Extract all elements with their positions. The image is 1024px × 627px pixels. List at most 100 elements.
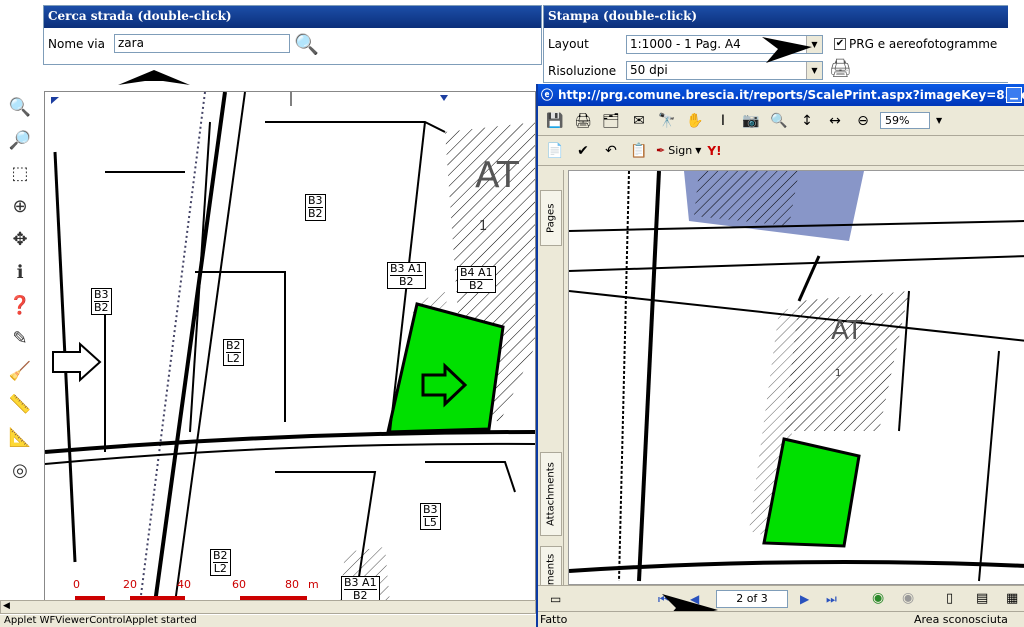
map-label: B3 B2: [91, 288, 112, 315]
single-page-icon[interactable]: ▯: [946, 591, 953, 606]
map-zone-label: AT: [475, 155, 520, 196]
spellcheck-icon[interactable]: ✔: [572, 140, 594, 162]
street-name-label: Nome via: [48, 37, 105, 51]
page-navigation-bar: ▭ ⏮ ◀ 2 of 3 ▶ ⏭ ◉ ◉ ▯ ▤ ▦: [538, 585, 1024, 613]
document-zone-label: AT: [831, 316, 863, 346]
zoom-icon[interactable]: 🔍: [768, 110, 790, 132]
status-left-text: Fatto: [540, 613, 568, 626]
reader-title-bar[interactable]: ⓔ http://prg.comune.brescia.it/reports/S…: [538, 84, 1024, 106]
email-icon[interactable]: ✉: [628, 110, 650, 132]
zoom-out-icon[interactable]: ⊖: [852, 110, 874, 132]
bottom-status-bar: Applet WFViewerControlApplet started: [0, 615, 536, 627]
yahoo-icon[interactable]: Y!: [707, 144, 721, 158]
reader-title: http://prg.comune.brescia.it/reports/Sca…: [558, 88, 1024, 102]
print-panel-title: Stampa (double-click): [544, 6, 1008, 28]
zoom-in-icon[interactable]: 🔍: [4, 92, 36, 122]
back-icon[interactable]: ◉: [872, 590, 884, 606]
side-tabs: Pages Attachments Comments: [538, 170, 564, 616]
map-toolbar: 🔍 🔎 ⬚ ⊕ ✥ ℹ ❓ ✎ 🧹 📏 📐 ◎: [4, 92, 38, 488]
scale-tick: 80: [285, 578, 299, 591]
continuous-icon[interactable]: ▤: [976, 591, 988, 606]
save-icon[interactable]: 💾: [544, 110, 566, 132]
search-panel: Cerca strada (double-click) Nome via zar…: [43, 5, 542, 65]
chevron-down-icon: ▼: [695, 146, 702, 155]
tab-pages[interactable]: Pages: [540, 190, 562, 246]
next-page-icon[interactable]: ▶: [800, 592, 809, 606]
resolution-select-value: 50 dpi: [630, 63, 668, 77]
applet-status-text: Applet WFViewerControlApplet started: [4, 615, 197, 626]
map-label: B4 A1 B2: [457, 266, 496, 293]
copy-icon[interactable]: 📋: [628, 140, 650, 162]
map-label: B3 A1 B2: [341, 576, 380, 601]
facing-icon[interactable]: ▦: [1006, 591, 1018, 606]
chevron-down-icon[interactable]: ▼: [936, 116, 942, 125]
resolution-label: Risoluzione: [548, 64, 617, 78]
scale-tick: 20: [123, 578, 137, 591]
prg-checkbox[interactable]: ✔: [834, 38, 846, 50]
browser-status-bar: Fatto Area sconosciuta: [538, 611, 1024, 627]
select-text-icon[interactable]: I: [712, 110, 734, 132]
map-zone-number: 1: [479, 219, 487, 234]
broom-icon[interactable]: 🧹: [4, 356, 36, 386]
zoom-full-icon[interactable]: ⊕: [4, 191, 36, 221]
measure-area-icon[interactable]: 📐: [4, 422, 36, 452]
scale-tick: 60: [232, 578, 246, 591]
document-zone-number: 1: [835, 368, 841, 379]
page-thumb-icon[interactable]: ▭: [550, 592, 561, 606]
reader-window: ⓔ http://prg.comune.brescia.it/reports/S…: [536, 84, 1024, 627]
pan-icon[interactable]: ✥: [4, 224, 36, 254]
map-label: B2 L2: [210, 549, 231, 576]
scale-tick: 0: [73, 578, 80, 591]
reader-toolbar-1: 💾 🖨 🗂 ✉ 🔭 ✋ I 📷 🔍 ↕ ↔ ⊖ 59% ▼: [538, 106, 1024, 136]
forward-icon[interactable]: ◉: [902, 590, 914, 606]
fit-width-icon[interactable]: ↔: [824, 110, 846, 132]
minimize-button[interactable]: ▁: [1006, 87, 1022, 103]
printer-icon[interactable]: 🖨: [829, 58, 852, 79]
document-view[interactable]: AT 1: [568, 170, 1024, 585]
map-label: B3 B2: [305, 194, 326, 221]
map-horizontal-scrollbar[interactable]: ◀: [0, 600, 536, 614]
search-panel-title: Cerca strada (double-click): [44, 6, 541, 28]
fit-height-icon[interactable]: ↕: [796, 110, 818, 132]
hand-tool-icon[interactable]: ✋: [684, 110, 706, 132]
ie-icon: ⓔ: [541, 88, 554, 102]
query-icon[interactable]: ❓: [4, 290, 36, 320]
map-label: B3 L5: [420, 503, 441, 530]
sign-button[interactable]: ✒ Sign ▼: [656, 144, 701, 157]
page-number-field[interactable]: 2 of 3: [716, 590, 788, 608]
organizer-icon[interactable]: 🗂: [600, 110, 622, 132]
find-icon[interactable]: 🔭: [656, 110, 678, 132]
target-icon[interactable]: ◎: [4, 455, 36, 485]
last-page-icon[interactable]: ⏭: [826, 592, 837, 607]
scale-tick: m: [308, 578, 319, 591]
scroll-left-icon[interactable]: ◀: [3, 601, 10, 611]
map-drawing: AT 1: [45, 92, 535, 601]
map-label: B3 A1 B2: [387, 262, 426, 289]
up-arrow-indicator: [118, 70, 190, 85]
undo-icon[interactable]: ↶: [600, 140, 622, 162]
prg-checkbox-label: PRG e aereofotogramme: [849, 37, 998, 51]
zoom-out-icon[interactable]: 🔎: [4, 125, 36, 155]
tab-attachments[interactable]: Attachments: [540, 452, 562, 536]
map-label: B2 L2: [223, 339, 244, 366]
street-name-input[interactable]: zara: [114, 34, 290, 53]
zoom-field[interactable]: 59%: [880, 112, 930, 129]
pointer-arrow: [762, 37, 812, 63]
status-right-text: Area sconosciuta: [914, 613, 1008, 626]
draw-icon[interactable]: ✎: [4, 323, 36, 353]
print-icon[interactable]: 🖨: [572, 110, 594, 132]
pen-icon: ✒: [656, 144, 666, 157]
create-icon[interactable]: 📄: [544, 140, 566, 162]
scale-tick: 40: [177, 578, 191, 591]
measure-icon[interactable]: 📏: [4, 389, 36, 419]
snapshot-icon[interactable]: 📷: [740, 110, 762, 132]
sign-label: Sign: [668, 144, 693, 157]
reader-toolbar-2: 📄 ✔ ↶ 📋 ✒ Sign ▼ Y!: [538, 136, 1024, 166]
search-icon[interactable]: 🔍: [294, 32, 319, 56]
layout-select-value: 1:1000 - 1 Pag. A4: [630, 37, 741, 51]
info-icon[interactable]: ℹ: [4, 257, 36, 287]
map-view[interactable]: AT 1 B3 B2 B3 B2 B2 L2 B3 A1 B2 B4 A1 B2 B3 L5…: [44, 91, 536, 602]
document-map: AT 1: [569, 171, 1024, 582]
zoom-box-icon[interactable]: ⬚: [4, 158, 36, 188]
layout-label: Layout: [548, 37, 589, 51]
